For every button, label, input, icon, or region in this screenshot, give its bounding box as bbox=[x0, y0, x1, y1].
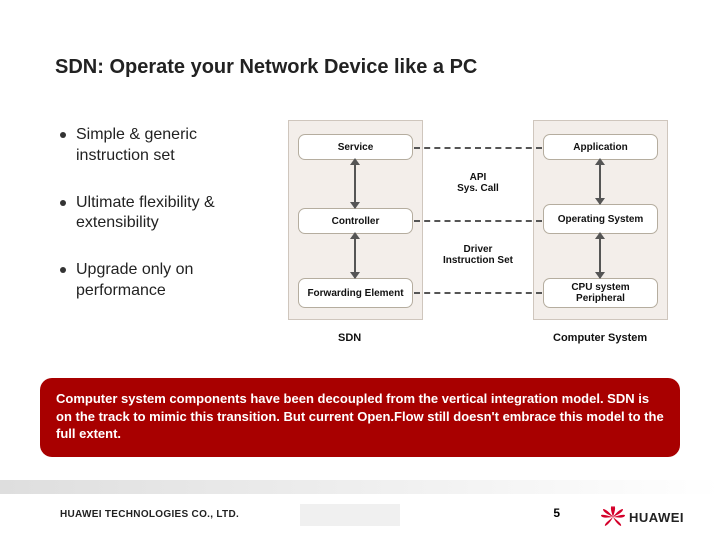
bullet-text: Upgrade only on performance bbox=[76, 260, 270, 302]
diagram-box-controller: Controller bbox=[298, 208, 413, 234]
logo-text: HUAWEI bbox=[629, 510, 684, 525]
bullet-list: Simple & generic instruction set Ultimat… bbox=[60, 125, 270, 328]
arrowhead-icon bbox=[595, 232, 605, 239]
list-item: Simple & generic instruction set bbox=[60, 125, 270, 167]
page-number: 5 bbox=[553, 506, 560, 520]
arrowhead-icon bbox=[350, 272, 360, 279]
bullet-text: Simple & generic instruction set bbox=[76, 125, 270, 167]
bullet-dot-icon bbox=[60, 132, 66, 138]
dashed-connector bbox=[414, 220, 542, 222]
copyright-text: HUAWEI TECHNOLOGIES CO., LTD. bbox=[60, 509, 239, 520]
page-title: SDN: Operate your Network Device like a … bbox=[55, 56, 477, 79]
arrow-line bbox=[354, 160, 356, 208]
arrowhead-icon bbox=[350, 158, 360, 165]
arrowhead-icon bbox=[595, 272, 605, 279]
connector-label-api: API Sys. Call bbox=[423, 172, 533, 194]
list-item: Ultimate flexibility & extensibility bbox=[60, 193, 270, 235]
huawei-logo: HUAWEI bbox=[601, 506, 684, 528]
bullet-dot-icon bbox=[60, 267, 66, 273]
diagram-box-application: Application bbox=[543, 134, 658, 160]
diagram-box-forwarding: Forwarding Element bbox=[298, 278, 413, 308]
summary-banner: Computer system components have been dec… bbox=[40, 378, 680, 457]
list-item: Upgrade only on performance bbox=[60, 260, 270, 302]
diagram-left-label: SDN bbox=[338, 332, 361, 344]
arrowhead-icon bbox=[595, 198, 605, 205]
footer-placeholder bbox=[300, 504, 400, 526]
footer: HUAWEI TECHNOLOGIES CO., LTD. 5 HUAWEI bbox=[0, 492, 720, 540]
arrowhead-icon bbox=[350, 232, 360, 239]
arrowhead-icon bbox=[350, 202, 360, 209]
diagram-box-os: Operating System bbox=[543, 204, 658, 234]
bullet-dot-icon bbox=[60, 200, 66, 206]
diagram-box-service: Service bbox=[298, 134, 413, 160]
arrowhead-icon bbox=[595, 158, 605, 165]
dashed-connector bbox=[414, 147, 542, 149]
bullet-text: Ultimate flexibility & extensibility bbox=[76, 193, 270, 235]
footer-gradient bbox=[0, 480, 720, 494]
dashed-connector bbox=[414, 292, 542, 294]
diagram: Service Controller Forwarding Element Ap… bbox=[288, 120, 668, 360]
diagram-box-cpu: CPU system Peripheral bbox=[543, 278, 658, 308]
connector-label-driver: Driver Instruction Set bbox=[423, 244, 533, 266]
huawei-flower-icon bbox=[601, 506, 625, 528]
diagram-right-label: Computer System bbox=[553, 332, 647, 344]
